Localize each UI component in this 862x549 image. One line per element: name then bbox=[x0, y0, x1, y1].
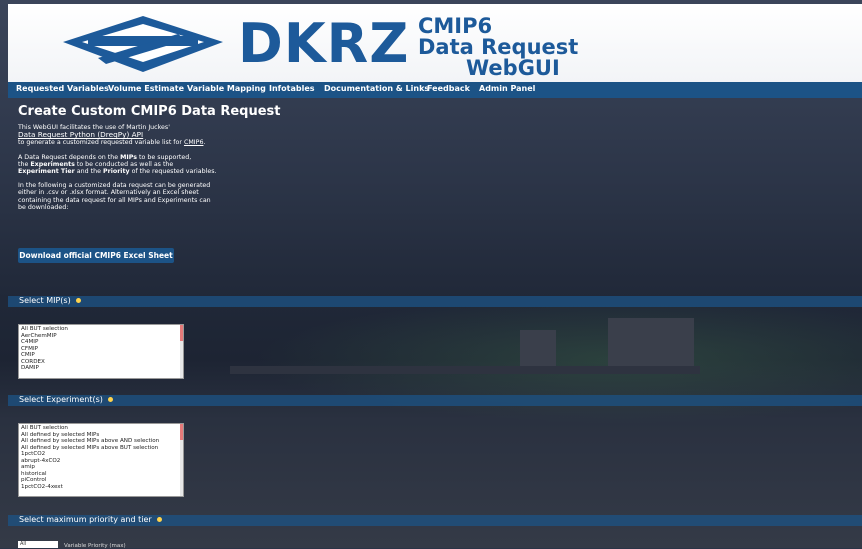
nav-requested-variables[interactable]: Requested Variables bbox=[16, 84, 109, 93]
experiment-scrollbar[interactable] bbox=[180, 424, 183, 496]
intro-period: . bbox=[203, 139, 206, 147]
nav-volume-estimate[interactable]: Volume Estimate bbox=[108, 84, 184, 93]
nav-admin-panel[interactable]: Admin Panel bbox=[479, 84, 535, 93]
nav-feedback[interactable]: Feedback bbox=[427, 84, 470, 93]
depends-text-2: to be supported, bbox=[139, 153, 192, 161]
section-mips: Select MIP(s) bbox=[8, 296, 862, 307]
section-experiments-label: Select Experiment(s) bbox=[19, 395, 113, 404]
depends-text-6: of the requested variables. bbox=[131, 168, 217, 176]
app-title-line-1: CMIP6 bbox=[418, 14, 493, 38]
dkrz-logo-icon[interactable] bbox=[58, 10, 228, 78]
section-priority-title: Select maximum priority and tier bbox=[19, 515, 152, 524]
priority-label: Variable Priority (max) bbox=[64, 543, 126, 549]
info-bulb-icon[interactable] bbox=[156, 517, 162, 522]
nav-infotables[interactable]: Infotables bbox=[269, 84, 315, 93]
download-excel-button[interactable]: Download official CMIP6 Excel Sheet bbox=[18, 248, 174, 263]
station-base bbox=[230, 366, 700, 374]
depends-mips: MIPs bbox=[120, 153, 138, 161]
priority-select[interactable]: All bbox=[18, 541, 58, 548]
station-building-left bbox=[520, 330, 556, 368]
section-priority: Select maximum priority and tier bbox=[8, 515, 862, 526]
app-title-line-2: Data Request bbox=[418, 35, 579, 59]
mip-option[interactable]: DAMIP bbox=[21, 365, 181, 372]
cmip6-link[interactable]: CMIP6 bbox=[184, 139, 204, 146]
depends-text-3: the bbox=[18, 160, 29, 168]
depends-experiments: Experiments bbox=[30, 160, 75, 168]
section-priority-label: Select maximum priority and tier bbox=[19, 515, 162, 524]
nav-variable-mapping[interactable]: Variable Mapping bbox=[187, 84, 266, 93]
section-mips-label: Select MIP(s) bbox=[19, 296, 81, 305]
nav-documentation-links[interactable]: Documentation & Links bbox=[324, 84, 429, 93]
mip-select[interactable]: All BUT selection AerChemMIP C4MIP CFMIP… bbox=[18, 324, 184, 379]
intro-text-2: to generate a customized requested varia… bbox=[18, 139, 182, 147]
mip-scrollbar[interactable] bbox=[180, 325, 183, 378]
download-note: In the following a customized data reque… bbox=[18, 182, 211, 211]
info-bulb-icon[interactable] bbox=[75, 298, 81, 303]
depends-text-1: A Data Request depends on the bbox=[18, 153, 119, 161]
station-building-right bbox=[608, 318, 694, 368]
depends-priority: Priority bbox=[102, 168, 130, 176]
depends-paragraph: A Data Request depends on the MIPs to be… bbox=[18, 154, 248, 176]
intro-content: Create Custom CMIP6 Data Request This We… bbox=[18, 104, 281, 218]
experiment-option[interactable]: 1pctCO2-4xext bbox=[21, 484, 181, 491]
main-nav: Requested Variables Volume Estimate Vari… bbox=[8, 82, 862, 98]
dreqpy-link[interactable]: Data Request Python (DreqPy) API bbox=[18, 130, 143, 139]
depends-text-4: to be conducted as well as the bbox=[76, 160, 174, 168]
intro-paragraph: This WebGUI facilitates the use of Marti… bbox=[18, 124, 248, 147]
app-title-line-3: WebGUI bbox=[466, 56, 560, 80]
experiment-select[interactable]: All BUT selection All defined by selecte… bbox=[18, 423, 184, 497]
depends-text-5: and the bbox=[76, 168, 101, 176]
page-title: Create Custom CMIP6 Data Request bbox=[18, 104, 281, 119]
depends-tier: Experiment Tier bbox=[18, 168, 75, 176]
section-experiments-title: Select Experiment(s) bbox=[19, 395, 103, 404]
section-experiments: Select Experiment(s) bbox=[8, 395, 862, 406]
experiment-option[interactable]: All defined by selected MIPs above AND s… bbox=[21, 438, 181, 445]
section-mips-title: Select MIP(s) bbox=[19, 296, 71, 305]
app-title: CMIP6 Data Request WebGUI bbox=[418, 16, 578, 79]
experiment-scrollbar-thumb[interactable] bbox=[180, 424, 183, 440]
info-bulb-icon[interactable] bbox=[107, 397, 113, 402]
logo-text[interactable]: DKRZ bbox=[238, 16, 409, 72]
mip-scrollbar-thumb[interactable] bbox=[180, 325, 183, 341]
site-header: DKRZ CMIP6 Data Request WebGUI bbox=[8, 4, 862, 82]
